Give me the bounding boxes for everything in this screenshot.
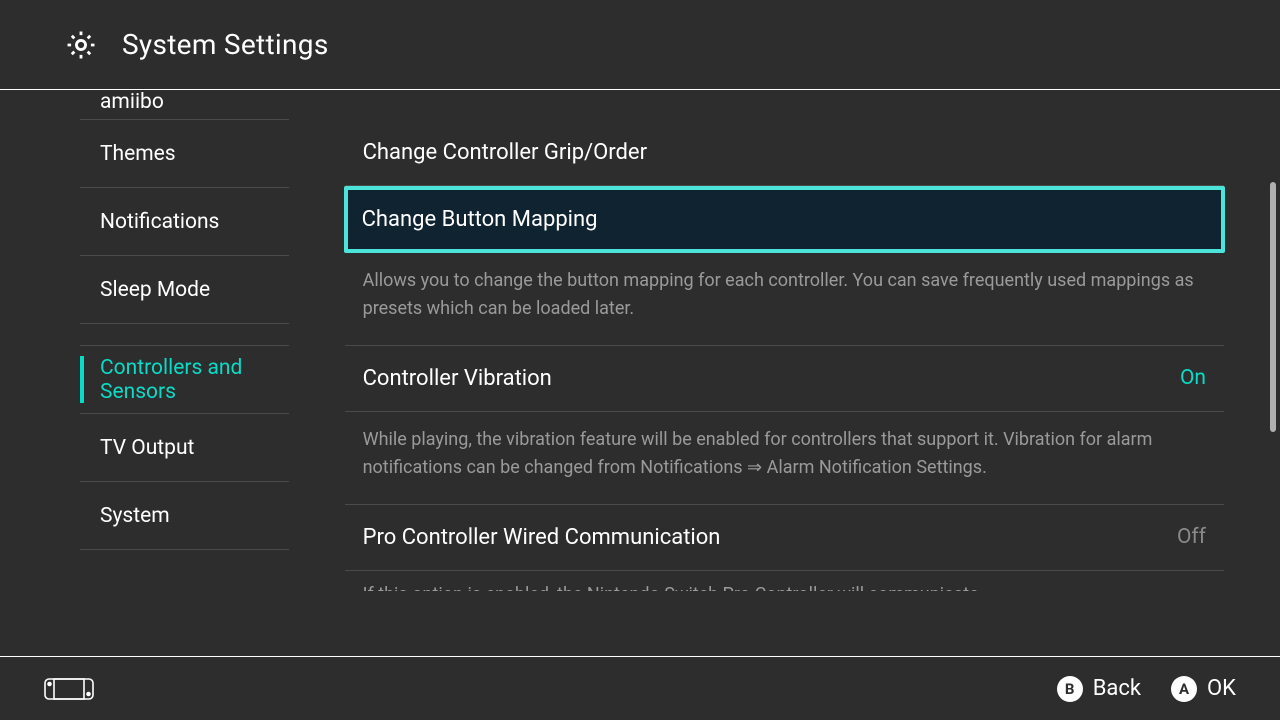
sidebar-item-label: Controllers and Sensors (100, 356, 289, 404)
row-label: Change Button Mapping (362, 207, 598, 232)
sidebar-item-themes[interactable]: Themes (80, 120, 289, 188)
sidebar-divider (80, 324, 289, 346)
sidebar-item-label: TV Output (100, 436, 194, 460)
hint-ok[interactable]: A OK (1171, 676, 1236, 702)
row-value: Off (1177, 525, 1206, 549)
page-title: System Settings (122, 28, 329, 61)
b-button-icon: B (1057, 676, 1083, 702)
footer: B Back A OK (0, 656, 1280, 720)
sidebar-item-system[interactable]: System (80, 482, 289, 550)
scrollbar-thumb[interactable] (1270, 182, 1276, 432)
row-desc-change-button-mapping: Allows you to change the button mapping … (345, 253, 1224, 346)
row-pro-controller-wired[interactable]: Pro Controller Wired Communication Off (345, 505, 1224, 571)
sidebar-item-label: Notifications (100, 210, 219, 234)
sidebar-item-label: Sleep Mode (100, 278, 210, 302)
sidebar-item-amiibo[interactable]: amiibo (80, 90, 289, 120)
sidebar-item-tv-output[interactable]: TV Output (80, 414, 289, 482)
sidebar-item-label: System (100, 504, 170, 528)
console-icon (44, 678, 94, 700)
row-label: Pro Controller Wired Communication (363, 525, 721, 550)
main: amiibo Themes Notifications Sleep Mode C… (0, 90, 1280, 656)
hint-label: OK (1207, 676, 1236, 701)
row-change-grip-order[interactable]: Change Controller Grip/Order (345, 120, 1224, 186)
row-label: Change Controller Grip/Order (363, 140, 647, 165)
hint-back[interactable]: B Back (1057, 676, 1141, 702)
row-value: On (1180, 366, 1206, 390)
header: System Settings (0, 0, 1280, 90)
gear-icon (64, 28, 98, 62)
sidebar-item-label: amiibo (100, 90, 164, 114)
row-desc-pro-controller-wired: If this option is enabled, the Nintendo … (345, 571, 1224, 591)
row-controller-vibration[interactable]: Controller Vibration On (345, 346, 1224, 412)
row-label: Controller Vibration (363, 366, 552, 391)
a-button-icon: A (1171, 676, 1197, 702)
content-panel: Change Controller Grip/Order Change Butt… (289, 90, 1280, 656)
row-change-button-mapping[interactable]: Change Button Mapping (344, 186, 1225, 253)
sidebar-item-controllers-sensors[interactable]: Controllers and Sensors (80, 346, 289, 414)
sidebar-item-notifications[interactable]: Notifications (80, 188, 289, 256)
sidebar: amiibo Themes Notifications Sleep Mode C… (0, 90, 289, 656)
sidebar-item-sleep-mode[interactable]: Sleep Mode (80, 256, 289, 324)
sidebar-item-label: Themes (100, 142, 176, 166)
row-desc-controller-vibration: While playing, the vibration feature wil… (345, 412, 1224, 505)
hint-label: Back (1093, 676, 1141, 701)
